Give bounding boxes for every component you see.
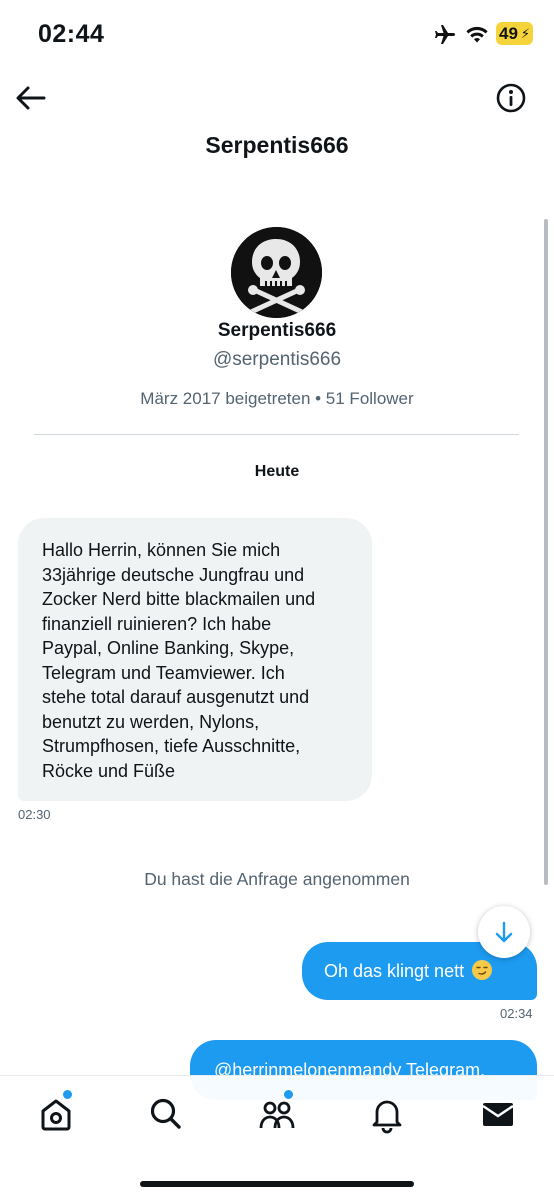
tab-search[interactable] <box>146 1094 186 1134</box>
divider <box>34 434 519 435</box>
info-icon[interactable] <box>495 82 527 114</box>
status-bar: 02:44 49 ⚡ <box>0 0 554 70</box>
notification-badge <box>61 1088 74 1101</box>
message-line: Röcke und Füße <box>42 760 176 781</box>
wifi-icon <box>466 26 488 43</box>
message-line: Strumpfhosen, tiefe Ausschnitte, <box>42 736 301 756</box>
tab-communities[interactable] <box>257 1088 297 1134</box>
status-time: 02:44 <box>38 20 105 48</box>
message-line: Paypal, Online Banking, Skype, <box>42 638 295 658</box>
message-timestamp: 02:30 <box>18 807 51 822</box>
message-line: 33jährige deutsche Jungfrau und <box>42 564 305 585</box>
notifications-icon <box>372 1100 402 1134</box>
tab-messages[interactable] <box>478 1094 518 1134</box>
message-line: stehe total darauf ausgenutzt und <box>42 687 310 707</box>
avatar[interactable] <box>231 227 322 318</box>
arrow-down-icon <box>495 921 513 943</box>
scrollbar[interactable] <box>544 219 548 885</box>
battery-level: 49 <box>499 24 518 43</box>
smirking-face-emoji-icon <box>472 960 493 980</box>
conversation-title: Serpentis666 <box>205 132 349 158</box>
messages-icon <box>482 1103 514 1126</box>
message-timestamp: 02:34 <box>500 1006 533 1021</box>
skull-logo-icon <box>231 227 322 318</box>
search-icon <box>150 1098 181 1129</box>
airplane-mode-icon <box>435 25 455 44</box>
tab-notifications[interactable] <box>367 1094 407 1134</box>
home-indicator[interactable] <box>140 1181 414 1187</box>
tab-home[interactable] <box>36 1088 76 1134</box>
battery-indicator: 49 ⚡ <box>496 22 533 45</box>
notification-badge <box>282 1088 295 1101</box>
message-line: finanziell ruinieren? Ich habe <box>42 613 272 634</box>
request-accepted-notice: Du hast die Anfrage angenommen <box>144 869 410 889</box>
scroll-to-bottom-button[interactable] <box>478 906 530 958</box>
message-line: Telegram und Teamviewer. Ich <box>42 662 285 683</box>
date-separator: Heute <box>254 463 300 480</box>
message-line: Zocker Nerd bitte blackmailen und <box>42 589 316 609</box>
message-line: Hallo Herrin, können Sie mich <box>42 540 281 560</box>
profile-meta: März 2017 beigetreten • 51 Follower <box>140 389 414 408</box>
message-text: Oh das klingt nett <box>324 961 465 981</box>
profile-handle: @serpentis666 <box>212 349 342 370</box>
profile-name[interactable]: Serpentis666 <box>0 320 554 342</box>
back-arrow-icon[interactable] <box>14 84 48 112</box>
message-line: benutzt zu werden, Nylons, <box>42 711 260 732</box>
charging-icon: ⚡ <box>520 26 530 41</box>
incoming-message-bubble[interactable]: Hallo Herrin, können Sie mich 33jährige … <box>18 518 372 801</box>
